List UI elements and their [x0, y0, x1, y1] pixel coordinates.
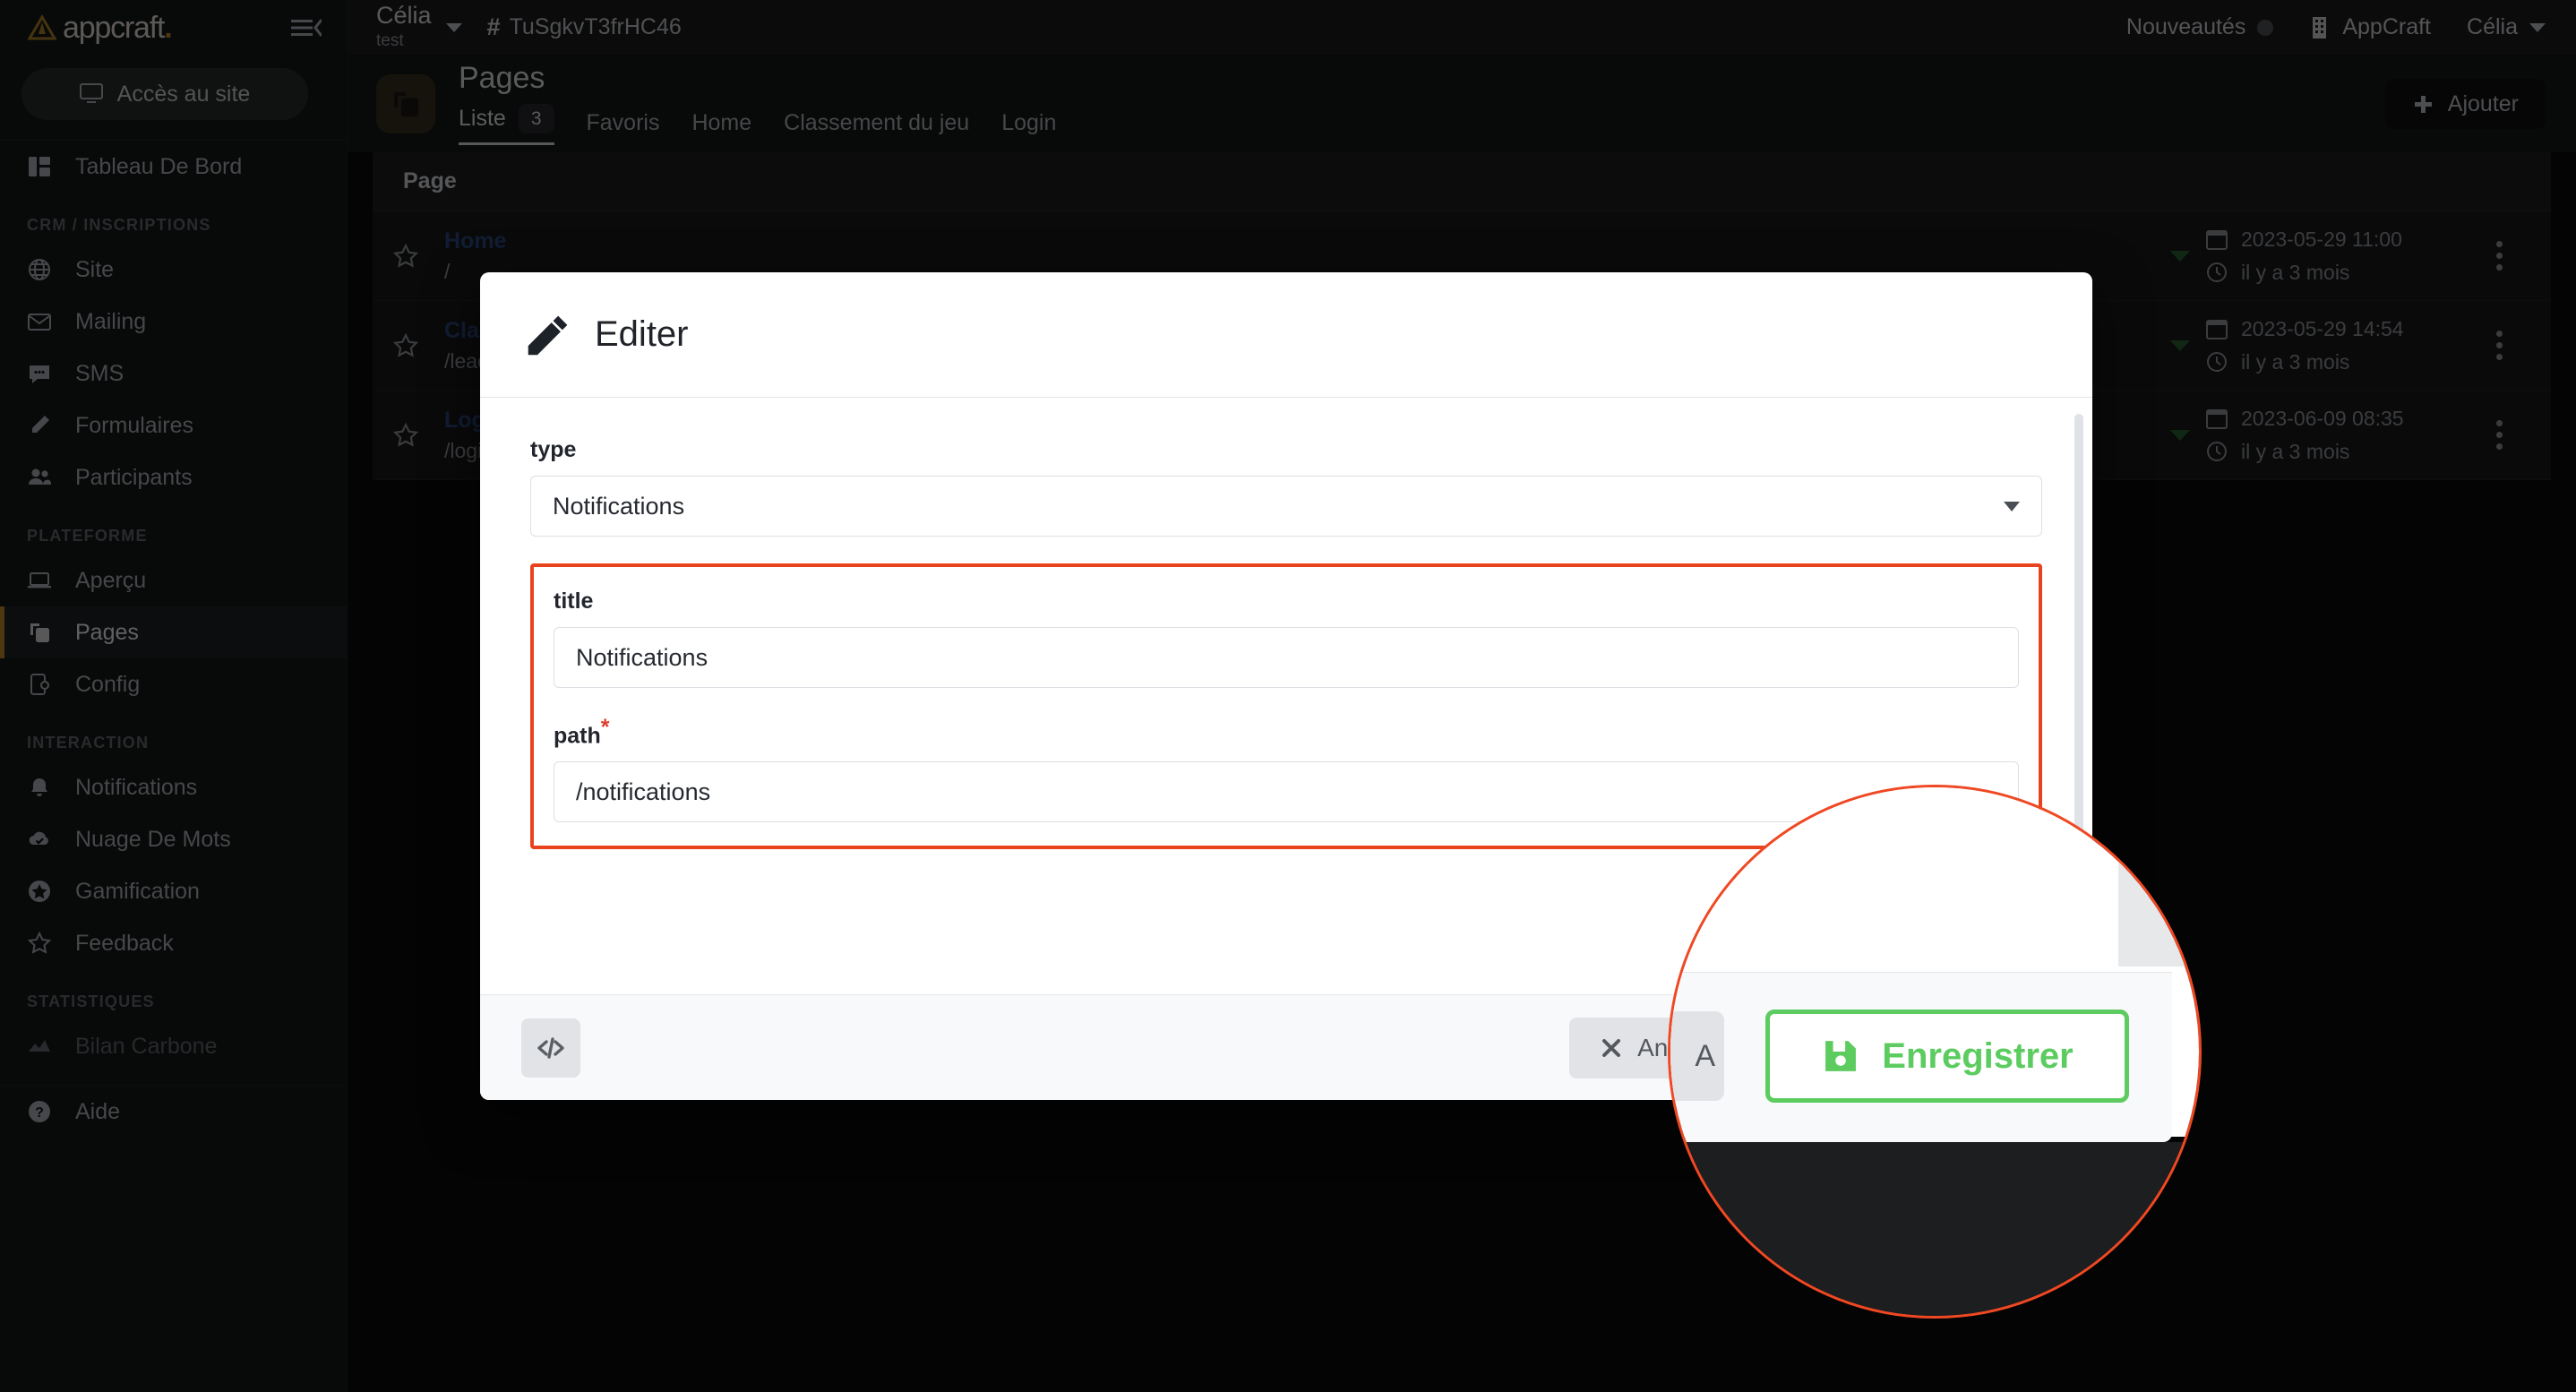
- type-select[interactable]: Notifications: [530, 476, 2042, 537]
- field-label-title: title: [554, 589, 2019, 614]
- field-label-path-text: path: [554, 723, 601, 748]
- code-icon: [535, 1032, 567, 1064]
- magnified-cancel-button[interactable]: A: [1668, 1011, 1724, 1101]
- save-disk-icon: [1821, 1036, 1860, 1076]
- magnifier-content: A Enregistrer: [1670, 787, 2202, 1319]
- title-input-value: Notifications: [576, 644, 708, 672]
- screen-root: appcraft. Accès au site: [0, 0, 2576, 1392]
- chevron-down-icon: [2004, 502, 2020, 511]
- title-input[interactable]: Notifications: [554, 627, 2019, 688]
- magnifier-annotation: A Enregistrer: [1668, 785, 2202, 1319]
- magnified-backdrop-bottom: [1668, 1142, 2202, 1319]
- required-asterisk: *: [601, 715, 610, 740]
- type-select-value: Notifications: [553, 493, 684, 520]
- field-label-type: type: [530, 437, 2042, 463]
- modal-title: Editer: [595, 314, 689, 355]
- field-label-path: path*: [554, 715, 2019, 749]
- magnified-save-button[interactable]: Enregistrer: [1765, 1010, 2129, 1103]
- magnified-modal-edge: [2118, 785, 2202, 967]
- code-view-button[interactable]: [521, 1018, 580, 1078]
- pencil-icon: [525, 312, 571, 358]
- modal-header: Editer: [480, 272, 2092, 398]
- path-input-value: /notifications: [576, 778, 710, 806]
- magnified-save-label: Enregistrer: [1882, 1036, 2073, 1077]
- close-icon: [1600, 1036, 1623, 1060]
